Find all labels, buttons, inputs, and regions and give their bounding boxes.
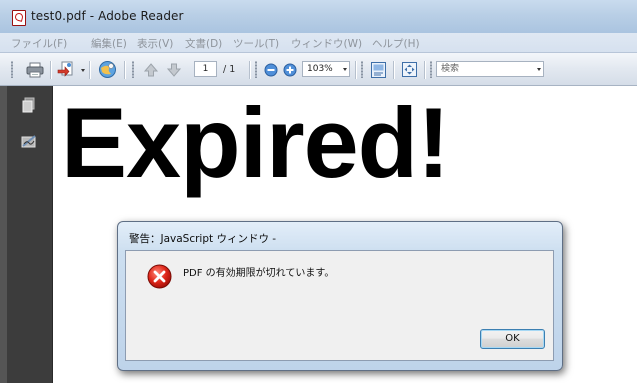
- fit-page-icon: [370, 61, 386, 78]
- search-input[interactable]: 検索: [436, 61, 544, 77]
- zoom-in-button[interactable]: [281, 59, 298, 80]
- menu-view[interactable]: 表示(V): [137, 36, 173, 51]
- zoom-out-icon: [264, 63, 277, 76]
- zoom-out-button[interactable]: [262, 59, 279, 80]
- dialog-title: 警告：JavaScript ウィンドウ -: [129, 233, 277, 245]
- print-icon: [26, 62, 44, 77]
- page-total: / 1: [223, 64, 236, 75]
- toolbar-separator: [50, 61, 51, 79]
- toolbar-grip[interactable]: [132, 61, 134, 78]
- navigation-panel-strip: [0, 86, 7, 383]
- menu-tools[interactable]: ツール(T): [233, 36, 279, 51]
- fit-width-button[interactable]: [399, 59, 419, 80]
- document-headline: Expired!: [61, 87, 450, 198]
- window-title: test0.pdf - Adobe Reader: [31, 9, 184, 23]
- fit-page-button[interactable]: [368, 59, 388, 80]
- toolbar-separator: [393, 61, 394, 79]
- create-pdf-dropdown-icon[interactable]: [81, 69, 85, 72]
- toolbar-separator: [124, 61, 125, 79]
- menu-edit[interactable]: 編集(E): [91, 36, 127, 51]
- toolbar-grip[interactable]: [11, 61, 13, 78]
- collaborate-icon: [98, 61, 116, 78]
- print-button[interactable]: [24, 59, 46, 80]
- fit-width-icon: [401, 62, 417, 77]
- zoom-in-icon: [283, 63, 296, 76]
- pages-button[interactable]: [21, 97, 37, 113]
- menu-bar: ファイル(F) 編集(E) 表示(V) 文書(D) ツール(T) ウィンドウ(W…: [0, 33, 637, 53]
- previous-page-icon: [143, 62, 158, 76]
- menu-help[interactable]: ヘルプ(H): [372, 36, 420, 51]
- page-number-input[interactable]: 1: [194, 61, 217, 77]
- menu-window[interactable]: ウィンドウ(W): [291, 36, 362, 51]
- create-pdf-icon: [57, 61, 73, 77]
- signatures-button[interactable]: [21, 134, 37, 150]
- title-bar: test0.pdf - Adobe Reader: [0, 0, 637, 33]
- toolbar-grip[interactable]: [430, 61, 432, 78]
- menu-file[interactable]: ファイル(F): [11, 36, 67, 51]
- toolbar-separator: [249, 61, 250, 79]
- navigation-panel: [0, 86, 53, 383]
- collaborate-button[interactable]: [96, 59, 118, 80]
- next-page-button[interactable]: [164, 59, 183, 80]
- signatures-icon: [21, 135, 36, 148]
- zoom-dropdown-icon[interactable]: [343, 68, 347, 71]
- next-page-icon: [166, 63, 181, 77]
- toolbar: 1 / 1 103% 検索: [0, 53, 637, 86]
- dialog-body: PDF の有効期限が切れています。 OK: [125, 250, 554, 361]
- ok-button[interactable]: OK: [480, 329, 545, 349]
- pdf-file-icon: [12, 10, 26, 26]
- previous-page-button[interactable]: [141, 59, 160, 80]
- toolbar-separator: [424, 61, 425, 79]
- error-icon: [147, 264, 172, 289]
- create-pdf-button[interactable]: [56, 59, 76, 80]
- adobe-reader-window: test0.pdf - Adobe Reader ファイル(F) 編集(E) 表…: [0, 0, 637, 383]
- toolbar-grip[interactable]: [361, 61, 363, 78]
- javascript-alert-dialog: 警告：JavaScript ウィンドウ - PDF の有効期限が切れています。: [117, 221, 563, 371]
- search-dropdown-icon[interactable]: [537, 68, 541, 71]
- toolbar-separator: [89, 61, 90, 79]
- menu-document[interactable]: 文書(D): [185, 36, 222, 51]
- toolbar-grip[interactable]: [255, 61, 257, 78]
- dialog-message: PDF の有効期限が切れています。: [183, 268, 335, 279]
- toolbar-separator: [355, 61, 356, 79]
- pages-icon: [22, 97, 35, 113]
